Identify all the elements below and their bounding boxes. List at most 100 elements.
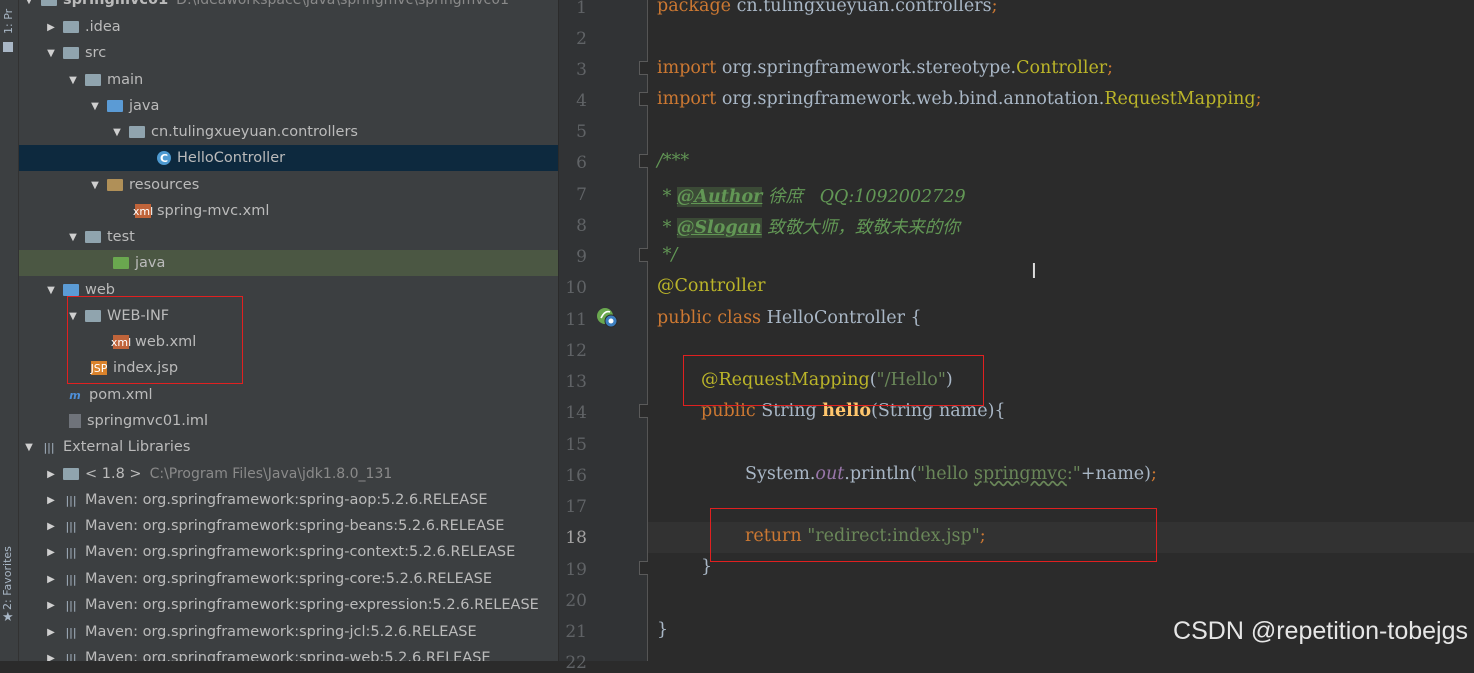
line-number: 4 [576,91,587,111]
tree-item-package[interactable]: ▼ cn.tulingxueyuan.controllers [19,119,558,145]
tree-item-external-libraries[interactable]: ▼ ||| External Libraries [19,434,558,460]
library-icon: ||| [65,545,77,559]
tree-item-library[interactable]: ▶ ||| Maven: org.springframework:spring-… [19,645,558,661]
chevron-right-icon[interactable]: ▶ [45,495,57,506]
line-number: 14 [565,403,587,423]
tree-item-resources[interactable]: ▼ resources [19,172,558,198]
library-icon: ||| [65,493,77,507]
tree-item-label: Maven: org.springframework:spring-core:5… [85,571,493,587]
editor-gutter[interactable]: 1 2 3 4 5 6 7 8 9 10 11 12 13 14 15 16 1… [559,0,653,673]
favorites-tool-tab[interactable]: 2: Favorites [1,546,14,610]
tree-item-label: HelloController [177,150,286,166]
line-number: 22 [565,653,587,673]
code-line-8: * @Slogan 致敬大师，致敬未来的你 [657,218,960,238]
tree-item-test[interactable]: ▼ test [19,224,558,250]
code-line-7: * @Author 徐庶 QQ:1092002729 [657,187,966,207]
chevron-right-icon[interactable]: ▶ [45,653,57,662]
tree-item-idea[interactable]: ▶ .idea [19,14,558,40]
line-number: 3 [576,60,587,80]
tree-item-library[interactable]: ▶ ||| Maven: org.springframework:spring-… [19,513,558,539]
line-number: 8 [576,216,587,236]
tree-item-library[interactable]: ▶ ||| Maven: org.springframework:spring-… [19,539,558,565]
chevron-right-icon[interactable]: ▶ [45,22,57,33]
jdk-icon [63,468,79,480]
tree-item-label: java [135,255,166,271]
line-number: 10 [565,278,587,298]
module-folder-icon [41,0,57,6]
highlight-box-return [710,508,1157,562]
tree-item-pom-xml[interactable]: m pom.xml [19,382,558,408]
library-icon: ||| [65,598,77,612]
tree-item-library[interactable]: ▶ ||| Maven: org.springframework:spring-… [19,592,558,618]
chevron-right-icon[interactable]: ▶ [45,600,57,611]
chevron-right-icon[interactable]: ▶ [45,469,57,480]
project-tool-tab[interactable]: 1: Pr [2,9,15,34]
tree-item-label: .idea [85,19,121,35]
tool-window-strip: 1: Pr 2: Favorites ★ [0,0,19,661]
code-line-3: import org.springframework.stereotype.Co… [657,58,1114,78]
chevron-down-icon[interactable]: ▼ [67,75,79,86]
star-icon[interactable]: ★ [2,610,14,625]
tree-item-label: cn.tulingxueyuan.controllers [151,124,358,140]
line-number: 1 [576,0,587,18]
library-icon: ||| [65,519,77,533]
chevron-down-icon[interactable]: ▼ [111,127,123,138]
tree-item-jdk[interactable]: ▶ < 1.8 > C:\Program Files\Java\jdk1.8.0… [19,461,558,487]
resources-folder-icon [107,179,123,191]
chevron-right-icon[interactable]: ▶ [45,521,57,532]
project-icon[interactable] [3,42,13,52]
chevron-down-icon[interactable]: ▼ [67,232,79,243]
tree-item-label: resources [129,177,200,193]
tree-item-label: < 1.8 > [85,466,142,482]
watermark: CSDN @repetition-tobejgs [1173,617,1468,645]
chevron-right-icon[interactable]: ▶ [45,547,57,558]
package-icon [129,126,145,138]
spring-xml-icon: xml [132,204,154,218]
highlight-box-request-mapping [683,355,984,406]
tree-item-library[interactable]: ▶ ||| Maven: org.springframework:spring-… [19,566,558,592]
jdk-path: C:\Program Files\Java\jdk1.8.0_131 [149,466,393,482]
tree-root[interactable]: ▼ springmvc01 D:\ideaworkspace\java\spri… [19,0,558,13]
code-line-11: public class HelloController { [657,308,922,328]
tree-item-label: java [129,98,160,114]
code-line-4: import org.springframework.web.bind.anno… [657,89,1262,109]
chevron-down-icon[interactable]: ▼ [89,180,101,191]
tree-item-java[interactable]: ▼ java [19,93,558,119]
chevron-right-icon[interactable]: ▶ [45,574,57,585]
tree-item-main[interactable]: ▼ main [19,67,558,93]
line-number: 2 [576,29,587,49]
tree-item-src[interactable]: ▼ src [19,40,558,66]
tree-item-label: test [107,229,135,245]
line-number: 5 [576,122,587,142]
line-number: 16 [565,466,587,486]
line-number: 21 [565,622,587,642]
spring-bean-icon[interactable] [596,306,618,328]
chevron-down-icon[interactable]: ▼ [45,285,57,296]
library-icon: ||| [43,440,55,454]
tree-item-library[interactable]: ▶ ||| Maven: org.springframework:spring-… [19,619,558,645]
tree-item-spring-mvc-xml[interactable]: xml spring-mvc.xml [19,198,558,224]
tree-item-label: Maven: org.springframework:spring-jcl:5.… [85,624,477,640]
line-number: 7 [576,185,587,205]
chevron-right-icon[interactable]: ▶ [45,627,57,638]
tree-item-library[interactable]: ▶ ||| Maven: org.springframework:spring-… [19,487,558,513]
tree-item-label: Maven: org.springframework:spring-beans:… [85,518,505,534]
tree-item-test-java[interactable]: java [19,250,558,276]
tree-item-hellocontroller[interactable]: C HelloController [19,145,558,171]
line-number: 17 [565,497,587,517]
text-cursor-icon: I [1031,259,1037,283]
line-number-current: 18 [565,528,587,548]
tree-item-label: Maven: org.springframework:spring-aop:5.… [85,492,488,508]
chevron-down-icon[interactable]: ▼ [45,48,57,59]
chevron-down-icon[interactable]: ▼ [89,101,101,112]
class-icon: C [157,151,171,165]
tree-item-label: springmvc01.iml [87,413,209,429]
tree-item-label: pom.xml [89,387,153,403]
tree-item-label: spring-mvc.xml [157,203,270,219]
code-line-9: */ [657,245,678,265]
tree-item-iml[interactable]: springmvc01.iml [19,408,558,434]
chevron-down-icon[interactable]: ▼ [23,442,35,453]
chevron-down-icon[interactable]: ▼ [23,0,35,6]
tree-item-label: Maven: org.springframework:spring-contex… [85,544,516,560]
highlight-box-web-inf [67,296,243,384]
